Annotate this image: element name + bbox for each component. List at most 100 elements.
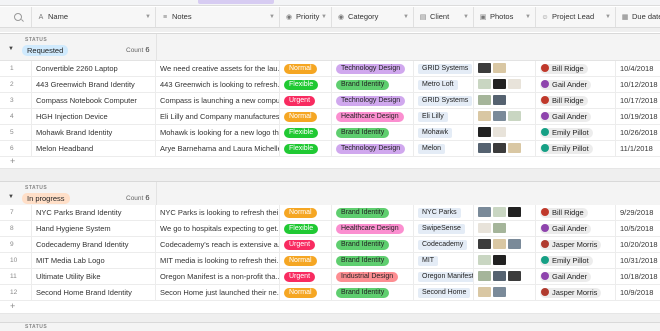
collaborator-chip[interactable]: Emily Pillot <box>540 143 593 154</box>
table-row[interactable]: 12 Second Home Brand Identity Secon Home j… <box>0 285 660 301</box>
client-link[interactable]: GRID Systems <box>418 63 473 74</box>
cell-due[interactable]: 10/19/2018 <box>616 109 660 124</box>
cell-photos[interactable] <box>474 109 536 124</box>
cell-lead[interactable]: Jasper Morris <box>536 237 616 252</box>
cell-priority[interactable]: Urgent <box>280 237 332 252</box>
cell-lead[interactable]: Bill Ridge <box>536 93 616 108</box>
photo-thumbnail[interactable] <box>478 79 491 89</box>
table-row[interactable]: 5 Mohawk Brand Identity Mohawk is looking … <box>0 125 660 141</box>
table-row[interactable]: 7 NYC Parks Brand Identity NYC Parks is lo… <box>0 205 660 221</box>
collapse-triangle-icon[interactable]: ▼ <box>8 46 14 52</box>
cell-name[interactable]: HGH Injection Device <box>32 109 156 124</box>
collaborator-chip[interactable]: Gail Ander <box>540 79 592 90</box>
photo-thumbnail[interactable] <box>508 143 521 153</box>
cell-notes[interactable]: We go to hospitals expecting to get... <box>156 221 280 236</box>
add-row-button[interactable]: + <box>0 155 660 169</box>
photo-attachments[interactable] <box>478 287 508 298</box>
cell-name[interactable]: Codecademy Brand Identity <box>32 237 156 252</box>
cell-name[interactable]: Hand Hygiene System <box>32 221 156 236</box>
client-link[interactable]: Eli Lilly <box>418 111 448 122</box>
cell-notes[interactable]: MIT media is looking to refresh thei... <box>156 253 280 268</box>
cell-priority[interactable]: Normal <box>280 109 332 124</box>
cell-client[interactable]: Melon <box>414 141 474 156</box>
cell-lead[interactable]: Jasper Morris <box>536 285 616 300</box>
cell-due[interactable]: 10/4/2018 <box>616 61 660 76</box>
photo-thumbnail[interactable] <box>493 63 506 73</box>
cell-notes[interactable]: Mohawk is looking for a new logo th... <box>156 125 280 140</box>
cell-photos[interactable] <box>474 141 536 156</box>
photo-thumbnail[interactable] <box>508 271 521 281</box>
cell-photos[interactable] <box>474 253 536 268</box>
cell-category[interactable]: Brand Identity <box>332 253 414 268</box>
cell-category[interactable]: Technology Design <box>332 61 414 76</box>
cell-lead[interactable]: Gail Ander <box>536 269 616 284</box>
cell-client[interactable]: Metro Loft <box>414 77 474 92</box>
cell-due[interactable]: 11/1/2018 <box>616 141 660 156</box>
photo-attachments[interactable] <box>478 239 523 250</box>
photo-thumbnail[interactable] <box>493 79 506 89</box>
column-header-due-date[interactable]: ▦ Due date <box>616 7 660 27</box>
photo-attachments[interactable] <box>478 111 523 122</box>
cell-notes[interactable]: Eli Lilly and Company manufactures... <box>156 109 280 124</box>
client-link[interactable]: Mohawk <box>418 127 453 138</box>
column-header-project-lead[interactable]: ☺ Project Lead ▼ <box>536 7 616 27</box>
cell-priority[interactable]: Normal <box>280 61 332 76</box>
cell-name[interactable]: MIT Media Lab Logo <box>32 253 156 268</box>
cell-notes[interactable]: Secon Home just launched their ne... <box>156 285 280 300</box>
cell-client[interactable]: Codecademy <box>414 237 474 252</box>
photo-thumbnail[interactable] <box>508 207 521 217</box>
active-view-tab[interactable] <box>198 0 274 4</box>
cell-photos[interactable] <box>474 221 536 236</box>
cell-name[interactable]: Ultimate Utility Bike <box>32 269 156 284</box>
cell-category[interactable]: Healthcare Design <box>332 221 414 236</box>
cell-notes[interactable]: Codecademy's reach is extensive a... <box>156 237 280 252</box>
header-search-cell[interactable] <box>0 7 32 27</box>
cell-client[interactable]: Mohawk <box>414 125 474 140</box>
table-row[interactable]: 8 Hand Hygiene System We go to hospitals e… <box>0 221 660 237</box>
chevron-down-icon[interactable]: ▼ <box>463 7 469 27</box>
photo-thumbnail[interactable] <box>478 95 491 105</box>
cell-name[interactable]: Mohawk Brand Identity <box>32 125 156 140</box>
group-header-requested[interactable]: ▼ STATUS Requested Count 6 <box>0 33 660 61</box>
cell-name[interactable]: Melon Headband <box>32 141 156 156</box>
client-link[interactable]: Codecademy <box>418 239 468 250</box>
collaborator-chip[interactable]: Jasper Morris <box>540 239 602 250</box>
photo-attachments[interactable] <box>478 223 508 234</box>
chevron-down-icon[interactable]: ▼ <box>145 7 151 27</box>
client-link[interactable]: Metro Loft <box>418 79 458 90</box>
cell-client[interactable]: SwipeSense <box>414 221 474 236</box>
table-row[interactable]: 11 Ultimate Utility Bike Oregon Manifest i… <box>0 269 660 285</box>
collaborator-chip[interactable]: Bill Ridge <box>540 95 588 106</box>
client-link[interactable]: Melon <box>418 143 446 154</box>
cell-priority[interactable]: Flexible <box>280 125 332 140</box>
photo-thumbnail[interactable] <box>493 143 506 153</box>
photo-thumbnail[interactable] <box>493 207 506 217</box>
column-header-name[interactable]: A Name ▼ <box>32 7 156 27</box>
photo-thumbnail[interactable] <box>508 79 521 89</box>
table-row[interactable]: 4 HGH Injection Device Eli Lilly and Compa… <box>0 109 660 125</box>
cell-lead[interactable]: Emily Pillot <box>536 141 616 156</box>
collapse-triangle-icon[interactable]: ▼ <box>8 194 14 200</box>
cell-name[interactable]: NYC Parks Brand Identity <box>32 205 156 220</box>
photo-attachments[interactable] <box>478 127 508 138</box>
cell-category[interactable]: Brand Identity <box>332 237 414 252</box>
photo-attachments[interactable] <box>478 271 523 282</box>
photo-thumbnail[interactable] <box>478 287 491 297</box>
photo-thumbnail[interactable] <box>478 239 491 249</box>
cell-due[interactable]: 10/17/2018 <box>616 93 660 108</box>
collaborator-chip[interactable]: Gail Ander <box>540 111 592 122</box>
table-row[interactable]: 9 Codecademy Brand Identity Codecademy's r… <box>0 237 660 253</box>
client-link[interactable]: GRID Systems <box>418 95 473 106</box>
collaborator-chip[interactable]: Gail Ander <box>540 223 592 234</box>
photo-thumbnail[interactable] <box>478 127 491 137</box>
cell-name[interactable]: 443 Greenwich Brand Identity <box>32 77 156 92</box>
photo-thumbnail[interactable] <box>493 255 506 265</box>
chevron-down-icon[interactable]: ▼ <box>605 7 611 27</box>
add-row-button[interactable]: + <box>0 300 660 314</box>
photo-thumbnail[interactable] <box>493 239 506 249</box>
column-header-photos[interactable]: ▣ Photos ▼ <box>474 7 536 27</box>
photo-thumbnail[interactable] <box>493 223 506 233</box>
cell-client[interactable]: MIT <box>414 253 474 268</box>
collaborator-chip[interactable]: Jasper Morris <box>540 287 602 298</box>
cell-client[interactable]: GRID Systems <box>414 61 474 76</box>
